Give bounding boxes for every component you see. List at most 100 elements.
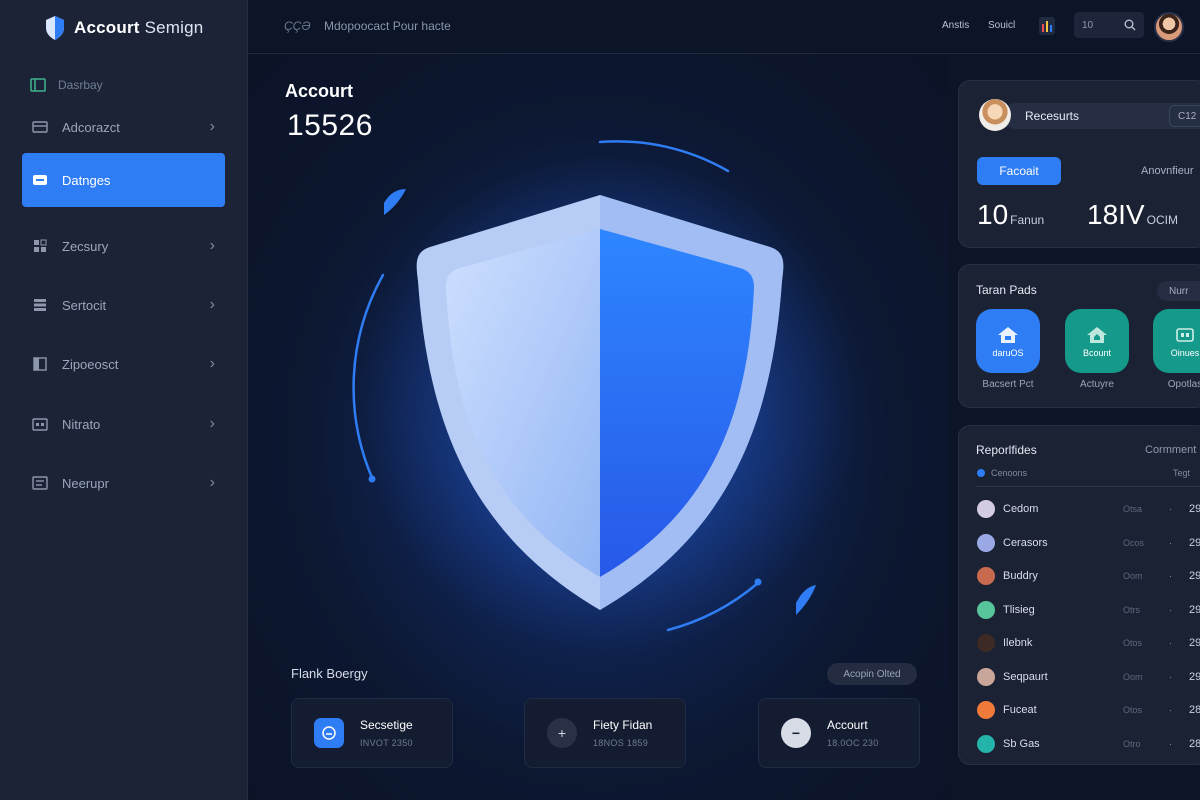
action-card-2[interactable]: − Accourt 18.0OC 230 — [758, 698, 920, 768]
tile-label: daruOS — [992, 347, 1024, 358]
panel-right-link[interactable]: Cormment — [1145, 444, 1196, 456]
chart-icon[interactable] — [1038, 16, 1056, 36]
sidebar-item-6[interactable]: Neerupr › — [22, 456, 225, 510]
list-item[interactable]: Ilebnk Otos · 29B — [977, 632, 1200, 654]
search-input[interactable]: 10 — [1074, 12, 1144, 38]
top-bar: ÇÇƏ Mdopoocact Pour hacte Anstis Souicl … — [248, 0, 1200, 54]
search-value: 10 — [1082, 19, 1094, 31]
tile-2[interactable]: Oinues — [1153, 309, 1200, 373]
calendar-icon — [32, 418, 48, 431]
row-name: Seqpaurt — [1003, 670, 1048, 683]
breadcrumb[interactable]: ÇÇƏ Mdopoocact Pour hacte — [284, 19, 451, 33]
row-meta: Otro — [1123, 738, 1141, 749]
sidebar-item-label: Sertocit — [62, 297, 107, 313]
sidebar-item-label: Nitrato — [62, 416, 101, 432]
panel-pill-button[interactable]: Nurr — [1157, 281, 1200, 301]
row-separator: · — [1169, 504, 1172, 514]
panel-title: Reporlfides — [976, 443, 1037, 457]
profile-tag[interactable]: C12 — [1169, 105, 1200, 127]
row-value: 29B — [1189, 570, 1200, 582]
stat-value: 10 — [977, 199, 1009, 230]
sidebar-item-0[interactable]: Adcorazct › — [22, 100, 225, 154]
row-avatar-icon — [977, 600, 995, 619]
list-item[interactable]: Cedom Otsa · 29B — [977, 498, 1200, 520]
minus-circle-icon — [314, 718, 344, 748]
brand[interactable]: Accourt Semign — [44, 14, 203, 42]
wallet-icon — [33, 175, 47, 185]
chip-icon — [1176, 327, 1194, 342]
sidebar-item-label: Adcorazct — [62, 119, 120, 135]
stat-unit: Fanun — [1010, 213, 1045, 227]
top-link-1[interactable]: Anstis — [942, 20, 969, 31]
quick-tiles-panel: Taran Pads Nurr daruOS Bcount Oinues Bac… — [958, 264, 1200, 408]
sidebar-item-1[interactable]: Datnges — [22, 153, 225, 207]
divider — [975, 486, 1200, 487]
row-avatar-icon — [977, 500, 995, 518]
row-value: 29B — [1189, 637, 1200, 649]
action-card-0[interactable]: Secsetige INVOT 2350 — [291, 698, 453, 768]
profile-panel: Recesurts C12 Facoait Anovnfieur 10 Fanun… — [958, 80, 1200, 248]
card-title: Accourt — [827, 718, 868, 732]
page-title: Accourt — [285, 81, 354, 101]
brand-name-bold: Accourt — [74, 18, 140, 37]
tile-label: Oinues — [1170, 347, 1200, 358]
sidebar-item-3[interactable]: Sertocit › — [22, 278, 225, 332]
row-name: Buddry — [1003, 570, 1038, 582]
row-meta: Otsa — [1123, 504, 1143, 514]
sidebar-item-4[interactable]: Zipoeosct › — [22, 337, 225, 391]
chevron-right-icon: › — [209, 237, 215, 254]
panel-right-label: Anovnfieur — [1141, 165, 1194, 177]
avatar[interactable] — [979, 99, 1011, 131]
row-avatar-icon — [977, 701, 995, 719]
list-item[interactable]: Sb Gas Otro · 28B — [977, 733, 1200, 755]
search-icon — [1124, 19, 1136, 31]
tile-label: Bcount — [1082, 347, 1112, 358]
section-pill-button[interactable]: Acopin Olted — [827, 663, 917, 685]
avatar[interactable] — [1154, 12, 1184, 42]
list-item[interactable]: Tlisieg Otrs · 29B — [977, 599, 1200, 621]
tile-0[interactable]: daruOS — [976, 309, 1040, 373]
list-item[interactable]: Cerasors Ocos · 29B — [977, 532, 1200, 554]
stack-icon — [34, 299, 46, 311]
row-separator: · — [1169, 571, 1172, 581]
row-meta: Otos — [1123, 638, 1143, 648]
list-icon — [32, 476, 48, 490]
dashboard-icon — [30, 78, 46, 92]
breadcrumb-text: Mdopoocact Pour hacte — [324, 19, 451, 33]
file-icon — [33, 357, 47, 371]
card-title: Fiety Fidan — [593, 718, 653, 732]
sidebar-item-dashboard[interactable]: Dasrbay — [30, 78, 103, 92]
row-value: 28B — [1189, 737, 1200, 750]
action-card-1[interactable]: + Fiety Fidan 18NOS 1859 — [524, 698, 686, 768]
row-name: Ilebnk — [1003, 637, 1033, 649]
sidebar-item-label: Neerupr — [62, 475, 109, 491]
primary-button[interactable]: Facoait — [977, 157, 1061, 185]
sidebar-item-2[interactable]: Zecsury › — [22, 219, 225, 273]
list-item[interactable]: Fuceat Otos · 28B — [977, 699, 1200, 721]
row-value: 28B — [1189, 704, 1200, 716]
row-separator: · — [1169, 738, 1172, 749]
chevron-right-icon: › — [209, 415, 215, 432]
list-item[interactable]: Seqpaurt Oom · 29B — [977, 666, 1200, 688]
house-icon — [1087, 326, 1107, 343]
panel-subheader-right: Tegt — [1173, 468, 1191, 478]
leaf-left — [384, 189, 406, 215]
row-name: Cerasors — [1003, 536, 1048, 549]
tile-1[interactable]: Bcount — [1065, 309, 1129, 373]
stat-1: 10 Fanun — [977, 199, 1044, 231]
row-name: Fuceat — [1003, 704, 1037, 716]
chevron-right-icon: › — [209, 355, 215, 372]
leaf-right — [796, 585, 816, 615]
sidebar-item-5[interactable]: Nitrato › — [22, 397, 225, 451]
row-value: 29B — [1189, 536, 1200, 549]
top-link-2[interactable]: Souicl — [988, 20, 1015, 31]
section-label: Flank Boergy — [291, 666, 368, 681]
row-value: 29B — [1189, 603, 1200, 616]
list-item[interactable]: Buddry Oom · 29B — [977, 565, 1200, 587]
stat-2: 18IV OCIM — [1087, 199, 1178, 231]
orbit-dot-bottom — [754, 578, 762, 586]
row-separator: · — [1169, 671, 1172, 682]
sidebar: Accourt Semign Dasrbay Adcorazct › Datng… — [0, 0, 248, 800]
row-separator: · — [1169, 638, 1172, 648]
profile-name: Recesurts — [1025, 109, 1080, 123]
